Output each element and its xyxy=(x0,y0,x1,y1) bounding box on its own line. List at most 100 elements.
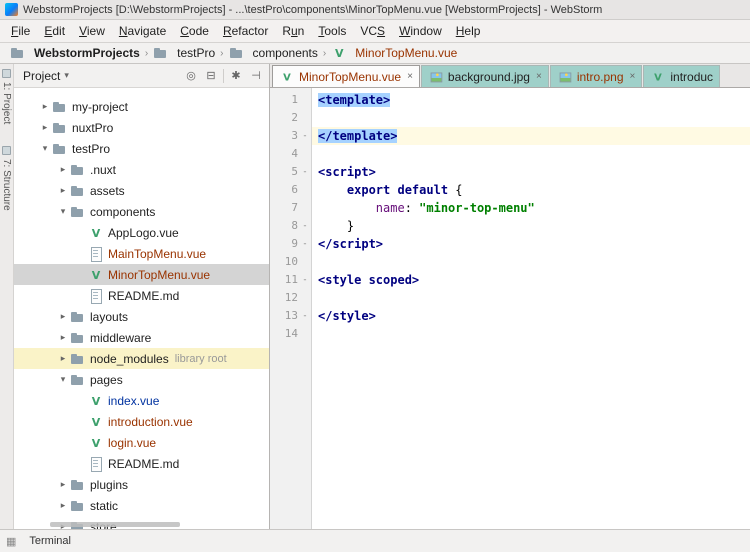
menu-item-file[interactable]: File xyxy=(4,21,37,41)
tree-item-applogo-vue[interactable]: AppLogo.vue xyxy=(14,222,269,243)
code-line: 11-<style scoped> xyxy=(270,271,750,289)
tool-window-button-project[interactable]: 1: Project xyxy=(1,82,12,124)
code-line: 14 xyxy=(270,325,750,343)
collapse-all-icon[interactable] xyxy=(203,68,219,84)
hide-panel-icon[interactable] xyxy=(248,68,264,84)
tree-item-maintopmenu-vue[interactable]: MainTopMenu.vue xyxy=(14,243,269,264)
code-line: 9-</script> xyxy=(270,235,750,253)
chevron-right-icon[interactable] xyxy=(38,101,52,112)
folder-icon xyxy=(70,162,86,178)
tab-intro-png[interactable]: intro.png xyxy=(550,65,643,87)
code-line: 13-</style> xyxy=(270,307,750,325)
project-panel: Project my-project nuxtPro testPro .nuxt… xyxy=(14,64,270,529)
tree-item-index-vue[interactable]: index.vue xyxy=(14,390,269,411)
tree-item-readme-pages[interactable]: README.md xyxy=(14,453,269,474)
webstorm-logo-icon xyxy=(5,3,18,16)
tree-item-login-vue[interactable]: login.vue xyxy=(14,432,269,453)
code-line: 1<template> xyxy=(270,91,750,109)
locate-file-icon[interactable] xyxy=(183,68,199,84)
library-root-annotation: library root xyxy=(175,353,227,365)
project-panel-header: Project xyxy=(14,64,269,88)
breadcrumb-components[interactable]: components xyxy=(225,45,322,61)
folder-icon xyxy=(70,372,86,388)
tree-item-my-project[interactable]: my-project xyxy=(14,96,269,117)
fold-marker-icon[interactable]: - xyxy=(298,235,312,253)
tree-item-middleware[interactable]: middleware xyxy=(14,327,269,348)
tree-item-components[interactable]: components xyxy=(14,201,269,222)
chevron-down-icon[interactable] xyxy=(56,206,70,217)
horizontal-scrollbar[interactable] xyxy=(50,522,180,527)
menu-item-help[interactable]: Help xyxy=(449,21,488,41)
menu-item-vcs[interactable]: VCS xyxy=(353,21,392,41)
folder-icon xyxy=(70,498,86,514)
tab-minortopmenu-vue[interactable]: MinorTopMenu.vue xyxy=(272,65,420,87)
tree-item-node-modules[interactable]: node_moduleslibrary root xyxy=(14,348,269,369)
chevron-down-icon[interactable] xyxy=(56,374,70,385)
tree-item-pages[interactable]: pages xyxy=(14,369,269,390)
tree-item-plugins[interactable]: plugins xyxy=(14,474,269,495)
code-line-caret: 3-</template> xyxy=(270,127,750,145)
breadcrumb-testpro[interactable]: testPro xyxy=(149,45,219,61)
chevron-right-icon[interactable] xyxy=(56,164,70,175)
tree-item-nuxt[interactable]: .nuxt xyxy=(14,159,269,180)
chevron-right-icon[interactable] xyxy=(38,122,52,133)
tree-item-nuxtpro[interactable]: nuxtPro xyxy=(14,117,269,138)
breadcrumb-webstormprojects[interactable]: WebstormProjects xyxy=(6,45,144,61)
menu-bar: File Edit View Navigate Code Refactor Ru… xyxy=(0,20,750,43)
code-editor[interactable]: 1<template> 2 3-</template> 4 5-<script>… xyxy=(270,88,750,529)
chevron-right-icon[interactable] xyxy=(56,500,70,511)
fold-marker-icon[interactable]: - xyxy=(298,217,312,235)
close-tab-icon[interactable] xyxy=(630,71,636,82)
folder-icon xyxy=(229,45,245,61)
settings-gear-icon[interactable] xyxy=(228,68,244,84)
fold-marker-icon[interactable]: - xyxy=(298,307,312,325)
chevron-right-icon[interactable] xyxy=(56,479,70,490)
chevron-right-icon[interactable] xyxy=(56,332,70,343)
code-line: 12 xyxy=(270,289,750,307)
tool-window-button-structure[interactable]: 7: Structure xyxy=(1,159,12,211)
tree-item-introduction-vue[interactable]: introduction.vue xyxy=(14,411,269,432)
code-line: 10 xyxy=(270,253,750,271)
image-file-icon xyxy=(429,69,443,83)
menu-item-navigate[interactable]: Navigate xyxy=(112,21,173,41)
vue-file-icon xyxy=(280,69,294,83)
folder-icon xyxy=(52,120,68,136)
tree-item-assets[interactable]: assets xyxy=(14,180,269,201)
fold-marker-icon[interactable]: - xyxy=(298,163,312,181)
file-icon xyxy=(88,456,104,472)
menu-item-edit[interactable]: Edit xyxy=(37,21,72,41)
chevron-right-icon[interactable] xyxy=(56,311,70,322)
tab-introduction-vue[interactable]: introduc xyxy=(643,65,720,87)
breadcrumb-minortopmenu[interactable]: MinorTopMenu.vue xyxy=(327,45,461,61)
title-bar: WebstormProjects [D:\WebstormProjects] -… xyxy=(0,0,750,20)
project-view-dropdown[interactable]: Project xyxy=(19,67,73,85)
vue-file-icon xyxy=(88,267,104,283)
fold-marker-icon[interactable]: - xyxy=(298,271,312,289)
tree-item-minortopmenu-vue[interactable]: MinorTopMenu.vue xyxy=(14,264,269,285)
editor-tab-bar: MinorTopMenu.vue background.jpg intro.pn… xyxy=(270,64,750,88)
close-tab-icon[interactable] xyxy=(536,71,542,82)
fold-marker-icon[interactable] xyxy=(298,91,312,109)
tool-window-button-terminal[interactable]: Terminal xyxy=(24,533,76,549)
close-tab-icon[interactable] xyxy=(407,71,413,82)
menu-item-refactor[interactable]: Refactor xyxy=(216,21,275,41)
menu-item-tools[interactable]: Tools xyxy=(311,21,353,41)
menu-item-code[interactable]: Code xyxy=(173,21,216,41)
tree-item-layouts[interactable]: layouts xyxy=(14,306,269,327)
chevron-right-icon[interactable] xyxy=(56,185,70,196)
tab-background-jpg[interactable]: background.jpg xyxy=(421,65,549,87)
menu-item-window[interactable]: Window xyxy=(392,21,449,41)
menu-item-run[interactable]: Run xyxy=(275,21,311,41)
file-icon xyxy=(88,288,104,304)
chevron-down-icon[interactable] xyxy=(38,143,52,154)
tree-item-readme-components[interactable]: README.md xyxy=(14,285,269,306)
tool-window-toggle-icon[interactable] xyxy=(6,535,16,548)
tree-item-testpro[interactable]: testPro xyxy=(14,138,269,159)
fold-marker-icon[interactable]: - xyxy=(298,127,312,145)
folder-icon xyxy=(70,477,86,493)
project-tool-icon[interactable] xyxy=(2,69,11,78)
chevron-right-icon[interactable] xyxy=(56,353,70,364)
tree-item-static[interactable]: static xyxy=(14,495,269,516)
menu-item-view[interactable]: View xyxy=(72,21,112,41)
structure-tool-icon[interactable] xyxy=(2,146,11,155)
